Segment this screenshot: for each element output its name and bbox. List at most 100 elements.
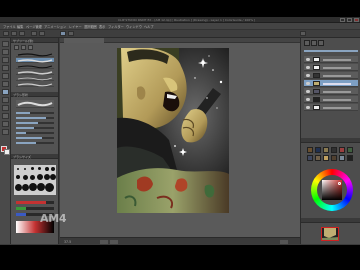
brush-size-preset[interactable] [45,183,54,192]
close-button[interactable] [354,18,359,22]
brush-size-preset[interactable] [37,183,45,191]
brush-size-preset[interactable] [45,167,49,171]
pen-icon[interactable] [2,81,9,87]
menu-layer[interactable]: レイヤー [69,24,82,29]
brush-size-preset[interactable] [29,183,37,191]
brush-size-preset[interactable] [16,175,20,179]
delete-layer-icon[interactable] [318,40,324,46]
rotate-right-icon[interactable] [110,239,118,244]
navigator-thumbnail[interactable] [321,227,339,241]
menu-help[interactable]: ヘルプ [144,24,154,29]
panel-menu-icon[interactable] [304,40,310,46]
layer-opacity-slider[interactable] [304,50,358,52]
subtool-item[interactable] [16,52,54,57]
paint-amount-slider[interactable] [16,142,54,144]
material-thumbnail[interactable] [347,155,353,161]
brush-size-preset[interactable] [31,167,34,170]
material-thumbnail[interactable] [347,147,353,153]
hand-icon[interactable] [2,49,9,55]
material-thumbnail[interactable] [323,147,329,153]
rotate-left-icon[interactable] [100,239,108,244]
eye-icon[interactable] [306,74,310,77]
undo-icon[interactable] [31,31,37,36]
opacity-slider[interactable] [16,117,54,119]
open-file-icon[interactable] [11,31,17,36]
sub-color-swatch[interactable] [4,149,10,155]
density-slider[interactable] [16,122,54,124]
maximize-button[interactable] [347,18,352,22]
menu-view[interactable]: 表示 [99,24,105,29]
figure-icon[interactable] [2,121,9,127]
subtool-tab-watercolor[interactable] [14,45,19,50]
color-picker-marker[interactable] [338,182,341,185]
menu-file[interactable]: ファイル [3,24,16,29]
eraser-icon[interactable] [2,97,9,103]
new-file-icon[interactable] [3,31,9,36]
brush-size-preset[interactable] [37,174,43,180]
zoom-level[interactable]: 37.5 [64,240,71,244]
material-thumbnail[interactable] [315,147,321,153]
material-thumbnail[interactable] [307,147,313,153]
brush-size-preset[interactable] [30,175,35,180]
blend-slider[interactable] [16,127,54,129]
material-thumbnail[interactable] [315,155,321,161]
material-thumbnail[interactable] [339,147,345,153]
layer-row[interactable] [304,96,358,103]
ruler-icon[interactable] [68,31,74,36]
menu-animation[interactable]: アニメーション [44,24,66,29]
brush-size-slider[interactable] [16,112,54,114]
snap-icon[interactable] [60,31,66,36]
material-thumbnail[interactable] [339,155,345,161]
texture-slider[interactable] [16,137,54,139]
subtool-item[interactable] [16,82,54,87]
menu-filter[interactable]: フィルター [108,24,124,29]
layer-row-selected[interactable] [304,80,358,87]
save-icon[interactable] [19,31,25,36]
layer-row[interactable] [304,88,358,95]
selection-icon[interactable] [2,65,9,71]
workspace-icon[interactable] [300,31,306,36]
material-thumbnail[interactable] [331,147,337,153]
eye-icon[interactable] [306,90,310,93]
canvas-tab[interactable] [64,38,104,43]
brush-size-preset[interactable] [51,167,55,171]
eye-icon[interactable] [306,106,310,109]
text-icon[interactable] [2,129,9,135]
material-thumbnail[interactable] [307,155,313,161]
eye-icon[interactable] [306,82,310,85]
color-slider-r[interactable] [16,201,54,204]
eyedropper-icon[interactable] [2,73,9,79]
eye-icon[interactable] [306,58,310,61]
menu-selection[interactable]: 選択範囲 [84,24,97,29]
color-slider-g[interactable] [16,207,54,210]
new-layer-icon[interactable] [311,40,317,46]
stabilization-slider[interactable] [16,132,54,134]
eye-icon[interactable] [306,98,310,101]
subtool-tab-oil[interactable] [21,45,26,50]
layer-row[interactable] [304,72,358,79]
material-thumbnail[interactable] [323,155,329,161]
eye-icon[interactable] [306,66,310,69]
brush-size-preset[interactable] [50,174,56,180]
layer-row[interactable] [304,56,358,63]
brush-size-preset[interactable] [23,175,28,180]
subtool-item[interactable] [16,64,54,69]
subtool-item[interactable] [16,76,54,81]
fit-screen-icon[interactable] [280,239,288,244]
brush-size-preset[interactable] [17,168,19,170]
move-icon[interactable] [2,57,9,63]
brush-icon[interactable] [2,89,9,95]
layer-row[interactable] [304,104,358,111]
brush-size-preset[interactable] [24,168,26,170]
fill-icon[interactable] [2,105,9,111]
menu-window[interactable]: ウィンドウ [126,24,142,29]
subtool-tab-ink[interactable] [28,45,33,50]
gradient-icon[interactable] [2,113,9,119]
subtool-item-selected[interactable] [16,58,54,63]
artwork-canvas[interactable] [117,48,229,213]
color-wheel[interactable] [311,169,353,211]
material-thumbnail[interactable] [331,155,337,161]
menu-edit[interactable]: 編集 [17,24,23,29]
menu-page[interactable]: ページ管理 [26,24,42,29]
subtool-item[interactable] [16,70,54,75]
